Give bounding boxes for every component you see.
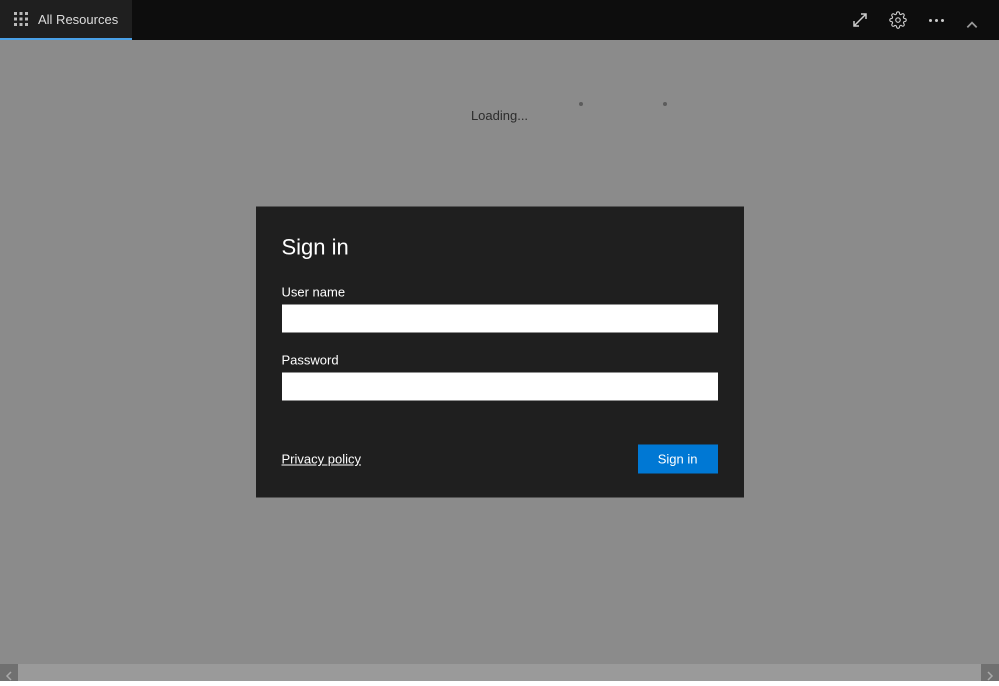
username-input[interactable] (282, 305, 718, 333)
signin-button[interactable]: Sign in (638, 445, 718, 474)
privacy-policy-link[interactable]: Privacy policy (282, 452, 361, 467)
scroll-left-icon[interactable] (4, 668, 14, 678)
content-area: Loading... Sign in User name Password Pr… (0, 40, 999, 664)
top-toolbar: All Resources (0, 0, 999, 40)
signin-footer: Privacy policy Sign in (282, 445, 718, 474)
gear-icon[interactable] (889, 11, 907, 29)
tab-all-resources[interactable]: All Resources (0, 0, 132, 40)
toolbar-actions (851, 8, 987, 32)
password-label: Password (282, 353, 718, 368)
signin-dialog: Sign in User name Password Privacy polic… (256, 207, 744, 498)
horizontal-scrollbar[interactable] (0, 664, 999, 681)
scroll-thumb[interactable] (18, 664, 981, 681)
more-icon[interactable] (927, 11, 945, 29)
chevron-up-icon[interactable] (965, 18, 979, 32)
signin-title: Sign in (282, 235, 718, 261)
tab-label: All Resources (38, 12, 118, 27)
scroll-right-icon[interactable] (985, 668, 995, 678)
username-label: User name (282, 285, 718, 300)
apps-grid-icon (14, 12, 28, 26)
password-input[interactable] (282, 373, 718, 401)
scroll-track[interactable] (18, 664, 981, 681)
fullscreen-icon[interactable] (851, 11, 869, 29)
